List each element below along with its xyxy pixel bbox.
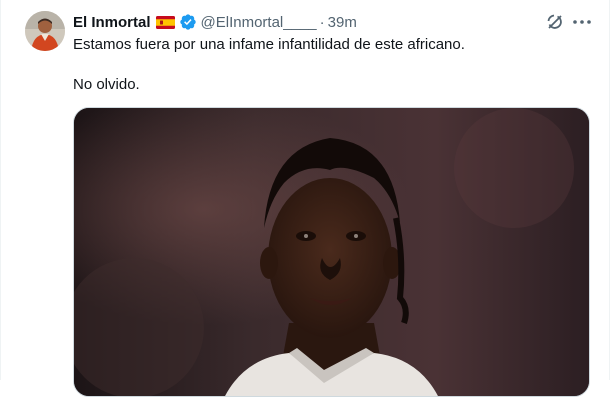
tweet-card[interactable]: El Inmortal @ElInmortal____ · 39m Estamo…	[0, 0, 613, 397]
right-divider	[609, 0, 610, 380]
more-options-icon[interactable]	[571, 12, 593, 32]
separator-dot: ·	[319, 13, 325, 31]
verified-badge-icon[interactable]	[179, 13, 197, 31]
left-divider	[0, 0, 1, 380]
spain-flag-icon	[155, 15, 175, 29]
display-name[interactable]: El Inmortal	[73, 14, 151, 31]
tweet-header: El Inmortal @ElInmortal____ · 39m	[73, 11, 357, 33]
tweet-photo[interactable]	[73, 107, 590, 397]
tweet-text-line-1: Estamos fuera por una infame infantilida…	[73, 36, 465, 53]
timestamp[interactable]: 39m	[328, 14, 357, 31]
avatar[interactable]	[25, 11, 65, 51]
tweet-text-line-2: No olvido.	[73, 76, 140, 93]
user-handle[interactable]: @ElInmortal____	[201, 14, 317, 31]
grok-icon[interactable]	[545, 12, 565, 32]
